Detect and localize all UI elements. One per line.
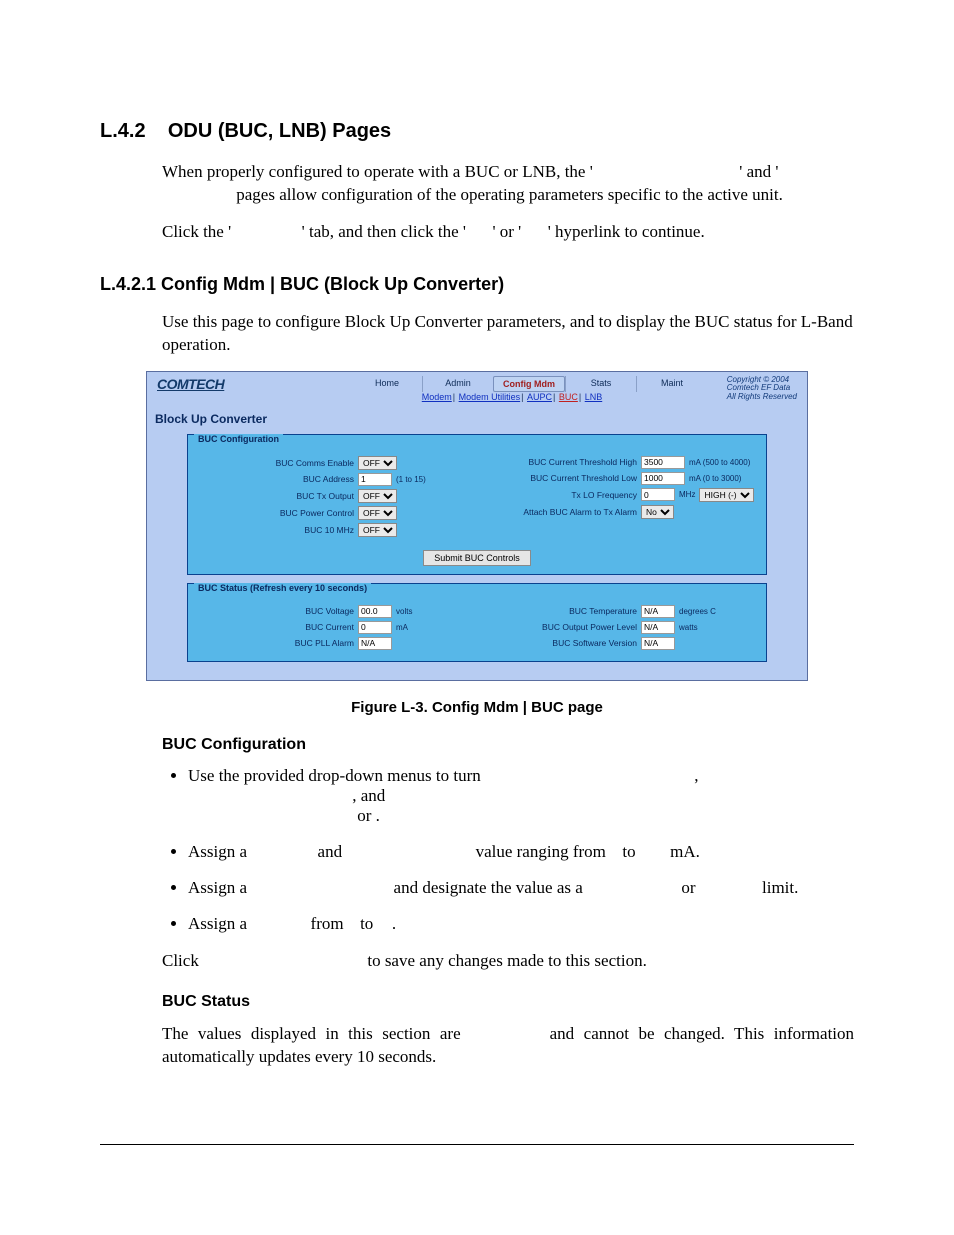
suffix-current-threshold-high: mA (500 to 4000)	[689, 458, 750, 467]
tab-config-mdm[interactable]: Config Mdm	[493, 376, 565, 392]
value-buc-voltage	[358, 605, 392, 618]
section-number: L.4.2	[100, 120, 146, 142]
buc-status-heading: BUC Status	[162, 993, 854, 1011]
section-title: ODU (BUC, LNB) Pages	[168, 120, 391, 142]
panel-title: Block Up Converter	[147, 408, 807, 434]
copyright-block: Copyright © 2004 Comtech EF Data All Rig…	[727, 376, 797, 402]
intro-block: When properly configured to operate with…	[162, 161, 854, 244]
screenshot-header: COMTECH Home Admin Config Mdm Stats Main…	[147, 372, 807, 394]
select-tx-lo-highlow[interactable]: HIGH (-)	[699, 488, 754, 502]
suffix-buc-current: mA	[396, 623, 408, 632]
input-current-threshold-low[interactable]	[641, 472, 685, 485]
status-right-column: BUC Temperature degrees C BUC Output Pow…	[477, 602, 760, 653]
bullet-3: Assign a and designate the value as a or…	[188, 878, 854, 898]
config-bullets: Use the provided drop-down menus to turn…	[162, 766, 854, 934]
subsection-intro: Use this page to configure Block Up Conv…	[162, 311, 854, 357]
value-buc-temperature	[641, 605, 675, 618]
label-current-threshold-high: BUC Current Threshold High	[477, 457, 641, 467]
value-buc-output-power	[641, 621, 675, 634]
buc-configuration-heading: BUC Configuration	[162, 736, 854, 754]
value-buc-pll-alarm	[358, 637, 392, 650]
subsection-title: Config Mdm | BUC (Block Up Converter)	[161, 274, 504, 294]
label-buc-output-power: BUC Output Power Level	[477, 622, 641, 632]
buc-status-fieldset: BUC Status (Refresh every 10 seconds) BU…	[187, 583, 767, 662]
tab-stats[interactable]: Stats	[565, 376, 636, 392]
submit-buc-controls-button[interactable]: Submit BUC Controls	[423, 550, 531, 566]
label-buc-power-control: BUC Power Control	[194, 508, 358, 518]
label-buc-address: BUC Address	[194, 474, 358, 484]
embedded-screenshot: Copyright © 2004 Comtech EF Data All Rig…	[146, 371, 808, 681]
label-buc-current: BUC Current	[194, 622, 358, 632]
footer-rule	[100, 1144, 854, 1145]
bullet-1: Use the provided drop-down menus to turn…	[188, 766, 854, 826]
tab-home[interactable]: Home	[352, 376, 422, 392]
subsection-heading: L.4.2.1 Config Mdm | BUC (Block Up Conve…	[100, 274, 854, 295]
suffix-buc-address: (1 to 15)	[396, 475, 426, 484]
value-buc-current	[358, 621, 392, 634]
document-page: L.4.2 ODU (BUC, LNB) Pages When properly…	[0, 0, 954, 1235]
value-buc-software-version	[641, 637, 675, 650]
sublink-modem[interactable]: Modem	[422, 392, 452, 402]
label-buc-comms-enable: BUC Comms Enable	[194, 458, 358, 468]
section-heading: L.4.2 ODU (BUC, LNB) Pages	[100, 120, 854, 143]
label-buc-temperature: BUC Temperature	[477, 606, 641, 616]
sublink-modem-utilities[interactable]: Modem Utilities	[459, 392, 521, 402]
label-buc-10mhz: BUC 10 MHz	[194, 525, 358, 535]
config-left-column: BUC Comms Enable OFF BUC Address (1 to 1…	[194, 453, 477, 540]
sublink-buc[interactable]: BUC	[559, 392, 578, 402]
label-buc-pll-alarm: BUC PLL Alarm	[194, 638, 358, 648]
label-buc-software-version: BUC Software Version	[477, 638, 641, 648]
suffix-current-threshold-low: mA (0 to 3000)	[689, 474, 741, 483]
subsection-intro-text: Use this page to configure Block Up Conv…	[162, 311, 854, 357]
select-attach-buc-alarm[interactable]: No	[641, 505, 674, 519]
tab-admin[interactable]: Admin	[422, 376, 493, 392]
buc-status-legend: BUC Status (Refresh every 10 seconds)	[194, 583, 371, 593]
status-left-column: BUC Voltage volts BUC Current mA	[194, 602, 477, 653]
input-tx-lo-frequency[interactable]	[641, 488, 675, 501]
buc-configuration-fieldset: BUC Configuration BUC Comms Enable OFF B…	[187, 434, 767, 575]
select-buc-tx-output[interactable]: OFF	[358, 489, 397, 503]
suffix-buc-voltage: volts	[396, 607, 412, 616]
select-buc-comms-enable[interactable]: OFF	[358, 456, 397, 470]
click-save-line: Click to save any changes made to this s…	[162, 950, 854, 973]
bullet-2: Assign a and value ranging from to mA.	[188, 842, 854, 862]
bullet-4: Assign a from to .	[188, 914, 854, 934]
buc-configuration-legend: BUC Configuration	[194, 434, 283, 444]
suffix-buc-temperature: degrees C	[679, 607, 716, 616]
label-buc-tx-output: BUC Tx Output	[194, 491, 358, 501]
sublink-aupc[interactable]: AUPC	[527, 392, 552, 402]
suffix-buc-output-power: watts	[679, 623, 698, 632]
sublink-lnb[interactable]: LNB	[585, 392, 603, 402]
select-buc-power-control[interactable]: OFF	[358, 506, 397, 520]
tab-maint[interactable]: Maint	[636, 376, 707, 392]
suffix-tx-lo-frequency: MHz	[679, 490, 695, 499]
input-current-threshold-high[interactable]	[641, 456, 685, 469]
label-tx-lo-frequency: Tx LO Frequency	[477, 490, 641, 500]
config-right-column: BUC Current Threshold High mA (500 to 40…	[477, 453, 760, 540]
intro-para-1: When properly configured to operate with…	[162, 161, 854, 207]
sub-nav: Modem| Modem Utilities| AUPC| BUC| LNB	[217, 392, 807, 402]
figure-caption: Figure L-3. Config Mdm | BUC page	[100, 699, 854, 716]
label-buc-voltage: BUC Voltage	[194, 606, 358, 616]
label-current-threshold-low: BUC Current Threshold Low	[477, 473, 641, 483]
intro-para-2: Click the ' ' tab, and then click the ' …	[162, 221, 854, 244]
subsection-number: L.4.2.1	[100, 274, 156, 294]
logo-text: COMTECH	[157, 376, 224, 392]
label-attach-buc-alarm: Attach BUC Alarm to Tx Alarm	[477, 507, 641, 517]
buc-status-para: The values displayed in this section are…	[162, 1023, 854, 1069]
select-buc-10mhz[interactable]: OFF	[358, 523, 397, 537]
input-buc-address[interactable]	[358, 473, 392, 486]
